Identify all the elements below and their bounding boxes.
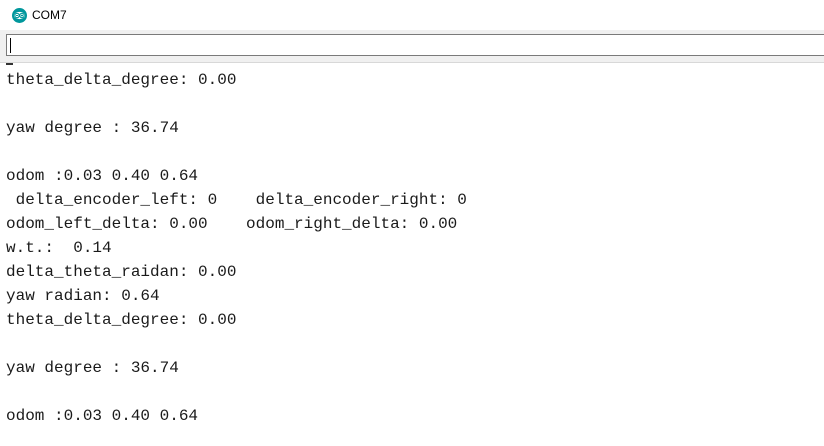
- output-line: w.t.: 0.14: [6, 239, 112, 257]
- serial-send-input[interactable]: [6, 34, 824, 56]
- output-line: theta_delta_degree: 0.00: [6, 311, 237, 329]
- output-line: delta_theta_raidan: 0.00: [6, 263, 237, 281]
- title-bar[interactable]: COM7: [0, 0, 824, 30]
- serial-monitor-window: COM7 theta_delta_degree: 0.00 yaw degree…: [0, 0, 824, 446]
- output-line: odom_left_delta: 0.00 odom_right_delta: …: [6, 215, 458, 233]
- output-line: odom :0.03 0.40 0.64: [6, 407, 199, 425]
- serial-output-lines: theta_delta_degree: 0.00 yaw degree : 36…: [6, 68, 467, 428]
- output-line: [6, 380, 467, 404]
- output-line: odom :0.03 0.40 0.64: [6, 167, 199, 185]
- output-line: delta_encoder_left: 0 delta_encoder_righ…: [6, 191, 467, 209]
- serial-output-pane[interactable]: theta_delta_degree: 0.00 yaw degree : 36…: [0, 63, 824, 446]
- output-line: yaw degree : 36.74: [6, 119, 179, 137]
- window-title: COM7: [32, 8, 67, 22]
- output-line: [6, 140, 467, 164]
- text-caret: [10, 38, 11, 53]
- output-line: [6, 92, 467, 116]
- send-bar: [0, 30, 824, 62]
- clipped-text-fragment: [6, 63, 13, 65]
- output-line: theta_delta_degree: 0.00: [6, 71, 237, 89]
- output-line: yaw degree : 36.74: [6, 359, 179, 377]
- arduino-logo-icon: [12, 8, 27, 23]
- output-line: [6, 332, 467, 356]
- output-line: yaw radian: 0.64: [6, 287, 160, 305]
